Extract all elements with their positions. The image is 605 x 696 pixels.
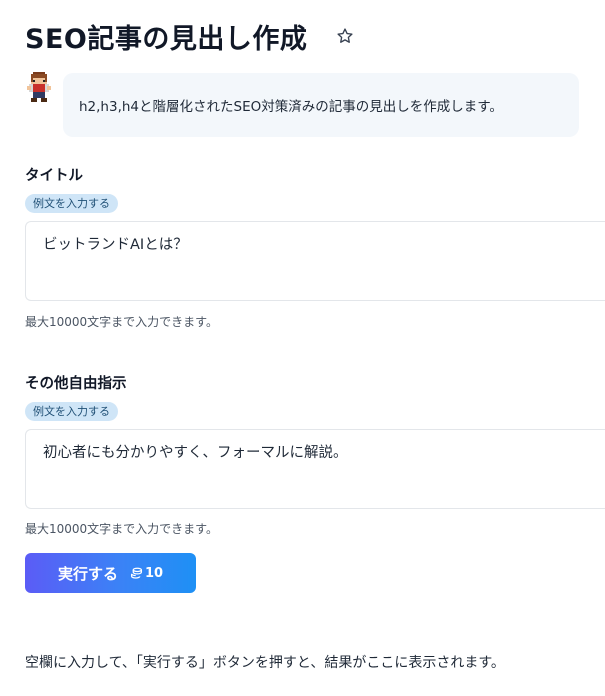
title-input-value: ビットランドAIとは？	[43, 237, 188, 253]
intro-message-bubble: h2,h3,h4と階層化されたSEO対策済みの記事の見出しを作成します。	[63, 73, 579, 137]
instructions-input-value: 初心者にも分かりやすく、フォーマルに解説。	[43, 445, 348, 461]
title-field-label: タイトル	[25, 168, 83, 184]
star-icon[interactable]	[335, 26, 355, 46]
instructions-example-chip[interactable]: 例文を入力する	[25, 402, 118, 421]
title-char-limit-note: 最大10000文字まで入力できます。	[25, 315, 218, 329]
title-example-chip[interactable]: 例文を入力する	[25, 194, 118, 213]
instructions-field-label: その他自由指示	[25, 376, 127, 392]
run-button-label: 実行する	[57, 564, 118, 583]
page: SEO記事の見出し作成 h2,h3,h4と階層化されたSEO対策済みの記事の見出…	[0, 0, 605, 696]
credit-cost-value: 10	[144, 565, 164, 581]
coin-stack-icon	[130, 567, 142, 579]
title-input[interactable]: ビットランドAIとは？	[25, 221, 605, 301]
instructions-input[interactable]: 初心者にも分かりやすく、フォーマルに解説。	[25, 429, 605, 509]
run-button[interactable]: 実行する 10	[25, 553, 196, 593]
avatar-pixel-character-icon	[25, 72, 53, 102]
page-title: SEO記事の見出し作成	[25, 23, 308, 55]
instructions-char-limit-note: 最大10000文字まで入力できます。	[25, 522, 218, 536]
result-placeholder-text: 空欄に入力して、「実行する」ボタンを押すと、結果がここに表示されます。	[25, 655, 505, 671]
page-header: SEO記事の見出し作成	[25, 16, 355, 56]
intro-message-text: h2,h3,h4と階層化されたSEO対策済みの記事の見出しを作成します。	[79, 99, 503, 115]
credit-cost: 10	[130, 566, 163, 581]
